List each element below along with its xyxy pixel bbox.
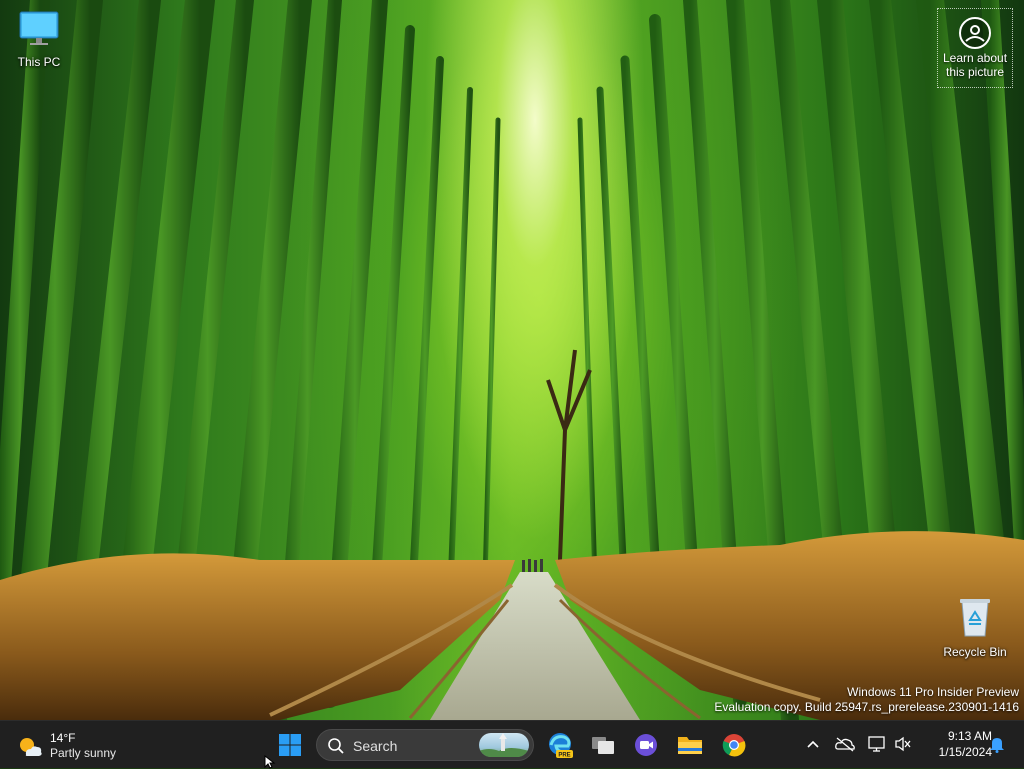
recycle-bin-label: Recycle Bin xyxy=(943,645,1007,659)
this-pc-label: This PC xyxy=(17,55,61,69)
windows-logo-icon xyxy=(279,734,301,756)
recycle-bin-icon xyxy=(960,599,990,637)
onedrive-status[interactable] xyxy=(834,733,856,755)
volume-mute-icon xyxy=(895,736,911,752)
desktop-icon-this-pc[interactable]: This PC xyxy=(1,8,77,69)
learn-about-label-line1: Learn about xyxy=(942,51,1008,65)
start-button[interactable] xyxy=(272,727,308,763)
chevron-up-icon xyxy=(807,740,819,748)
camera-circle-icon xyxy=(959,17,991,49)
taskbar: 14°F Partly sunny Search PRE 9:13 AM 1/1… xyxy=(0,720,1024,768)
taskbar-meet[interactable] xyxy=(628,727,664,763)
evaluation-watermark: Windows 11 Pro Insider Preview Evaluatio… xyxy=(714,685,1019,715)
meet-icon xyxy=(635,734,657,756)
chrome-icon xyxy=(722,734,746,757)
edge-pre-icon: PRE xyxy=(549,733,573,759)
search-highlight-icon xyxy=(479,733,529,757)
clock-time: 9:13 AM xyxy=(947,729,992,743)
notifications-button[interactable] xyxy=(986,733,1008,755)
mouse-cursor-icon xyxy=(264,755,276,769)
learn-about-picture-button[interactable]: Learn about this picture xyxy=(937,8,1013,88)
weather-widget[interactable]: 14°F Partly sunny xyxy=(14,729,134,761)
learn-about-label-line2: this picture xyxy=(945,65,1005,79)
watermark-line2: Evaluation copy. Build 25947.rs_prerelea… xyxy=(714,700,1019,714)
weather-condition: Partly sunny xyxy=(50,746,117,760)
watermark-line1: Windows 11 Pro Insider Preview xyxy=(847,685,1019,699)
folder-icon xyxy=(678,737,702,754)
search-placeholder: Search xyxy=(353,738,398,754)
taskbar-search-box[interactable]: Search xyxy=(316,729,534,761)
volume-status[interactable] xyxy=(892,733,914,755)
taskbar-file-explorer[interactable] xyxy=(672,727,708,763)
notification-bell-icon xyxy=(990,738,1004,753)
desktop-wallpaper xyxy=(0,0,1024,720)
search-icon xyxy=(328,738,344,754)
weather-temperature: 14°F xyxy=(50,731,76,745)
network-off-icon xyxy=(835,737,855,752)
clock-date: 1/15/2024 xyxy=(938,745,992,759)
taskbar-chrome[interactable] xyxy=(716,727,752,763)
task-view-icon xyxy=(592,737,614,754)
edge-pre-badge: PRE xyxy=(558,753,570,759)
network-status[interactable] xyxy=(866,733,888,755)
partly-sunny-icon xyxy=(20,738,42,756)
bamboo-forest-image xyxy=(0,0,1024,720)
taskbar-app-edge-preview[interactable]: PRE xyxy=(542,727,578,763)
taskbar-clock[interactable]: 9:13 AM 1/15/2024 xyxy=(912,728,992,760)
monitor-icon xyxy=(19,11,59,45)
network-icon xyxy=(868,736,885,752)
taskbar-task-view[interactable] xyxy=(585,727,621,763)
desktop-icon-recycle-bin[interactable]: Recycle Bin xyxy=(937,596,1013,659)
show-hidden-icons-button[interactable] xyxy=(802,733,824,755)
